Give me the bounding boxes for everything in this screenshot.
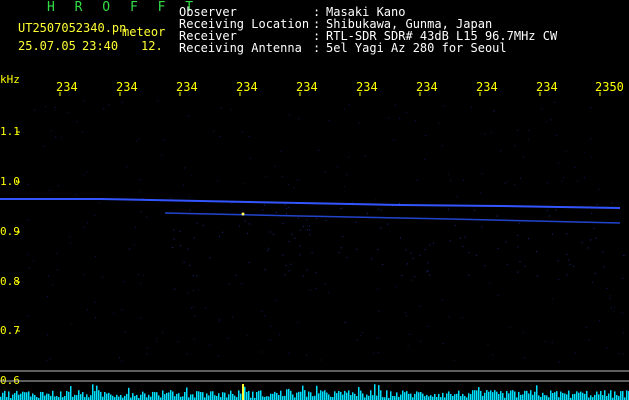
- x-tick-marks: [59, 92, 601, 96]
- date: 25.07.05: [18, 39, 76, 53]
- unit-label: kHz: [0, 73, 20, 86]
- spectrogram-screen: H R O F F T UT2507052340.pn meteor 25.07…: [0, 0, 629, 400]
- antenna-value: 5el Yagi Az 280 for Seoul: [326, 41, 507, 55]
- amplitude-bars: [0, 384, 629, 400]
- secondary-trace: [164, 212, 621, 224]
- meteor-ping: [241, 212, 245, 216]
- filename: UT2507052340.pn: [18, 21, 127, 35]
- noise-speckle: [27, 100, 625, 363]
- antenna-label: Receiving Antenna: [179, 41, 302, 55]
- spectrogram-plot: [0, 92, 629, 400]
- y-tick-marks: [16, 131, 20, 382]
- mode-label: meteor: [122, 25, 166, 39]
- program-title: H R O F F T: [47, 0, 200, 15]
- time: 23:40: [82, 39, 119, 53]
- count: 12.: [141, 39, 163, 53]
- colon: :: [313, 41, 321, 55]
- carrier-trace: [0, 198, 621, 209]
